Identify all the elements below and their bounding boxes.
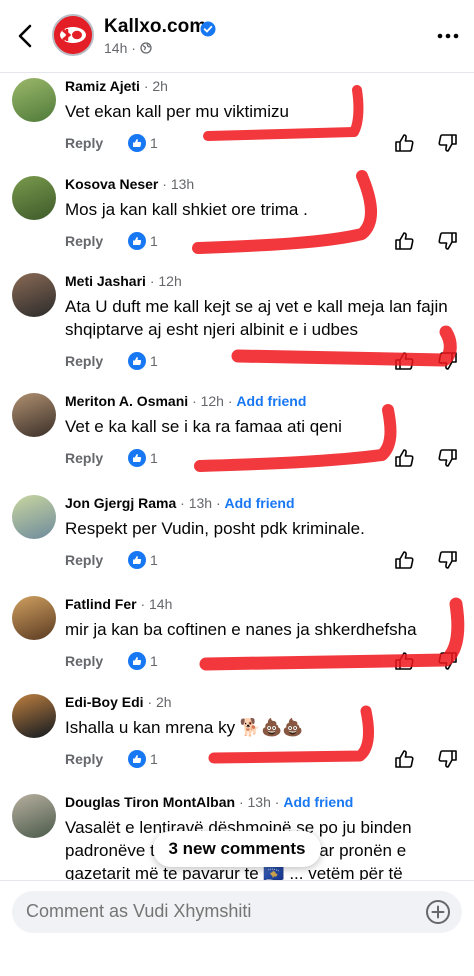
thumbs-up-icon[interactable] (393, 650, 415, 672)
add-friend-link[interactable]: Add friend (225, 495, 295, 511)
commenter-avatar[interactable] (12, 273, 56, 317)
post-time-text: 14h (104, 40, 128, 56)
like-reaction-icon (128, 652, 146, 675)
comment-text: Ishalla u kan mrena ky 🐕💩💩 (65, 718, 304, 737)
reaction-summary[interactable]: 1 (128, 134, 168, 154)
verified-badge-icon (200, 21, 216, 37)
commenter-avatar[interactable] (12, 694, 56, 738)
more-dots-icon[interactable] (436, 26, 460, 46)
page-logo[interactable] (52, 14, 94, 56)
comment-text: Vet e ka kall se i ka ra famaa ati qeni (65, 417, 342, 436)
thumbs-up-icon[interactable] (393, 230, 415, 252)
comment-text: Vet ekan kall per mu viktimizu (65, 102, 289, 121)
comment-time: · 12h · (192, 393, 233, 409)
comment-time: · 2h (147, 694, 172, 710)
like-reaction-icon (128, 352, 146, 375)
page-name[interactable]: Kallxo.com (104, 16, 206, 38)
commenter-avatar[interactable] (12, 794, 56, 838)
like-reaction-icon (128, 750, 146, 773)
reply-button[interactable]: Reply (65, 653, 103, 669)
comment-composer (0, 880, 474, 976)
add-friend-link[interactable]: Add friend (283, 794, 353, 810)
commenter-avatar[interactable] (12, 78, 56, 122)
reaction-summary[interactable]: 1 (128, 652, 168, 672)
thumbs-down-icon[interactable] (437, 650, 459, 672)
reply-button[interactable]: Reply (65, 552, 103, 568)
commenter-name[interactable]: Edi-Boy Edi (65, 694, 144, 710)
reaction-count: 1 (150, 653, 158, 669)
reply-button[interactable]: Reply (65, 353, 103, 369)
comment-header: Edi-Boy Edi · 2h (65, 694, 172, 710)
add-friend-link[interactable]: Add friend (236, 393, 306, 409)
thumbs-down-icon[interactable] (437, 748, 459, 770)
reply-button[interactable]: Reply (65, 450, 103, 466)
new-comments-pill[interactable]: 3 new comments (153, 831, 321, 867)
thumbs-up-icon[interactable] (393, 447, 415, 469)
thumbs-up-icon[interactable] (393, 350, 415, 372)
reaction-count: 1 (150, 552, 158, 568)
thumbs-down-icon[interactable] (437, 132, 459, 154)
post-time: 14h · (104, 40, 152, 56)
comment-time: · 13h (162, 176, 195, 192)
reaction-count: 1 (150, 353, 158, 369)
comment-time: · 13h · (180, 495, 221, 511)
reaction-summary[interactable]: 1 (128, 750, 168, 770)
like-reaction-icon (128, 551, 146, 574)
plus-circle-icon[interactable] (425, 899, 451, 925)
thumbs-down-icon[interactable] (437, 549, 459, 571)
comment-header: Kosova Neser · 13h (65, 176, 194, 192)
like-reaction-icon (128, 449, 146, 472)
reaction-summary[interactable]: 1 (128, 352, 168, 372)
comment-time: · 13h · (238, 794, 280, 810)
comment-time: · 14h (140, 596, 173, 612)
reply-button[interactable]: Reply (65, 135, 103, 151)
commenter-avatar[interactable] (12, 393, 56, 437)
comment-text: Ata U duft me kall kejt se aj vet e kall… (65, 297, 448, 339)
commenter-avatar[interactable] (12, 596, 56, 640)
commenter-name[interactable]: Fatlind Fer (65, 596, 137, 612)
comment-time: · 12h (149, 273, 182, 289)
comment-text: Respekt per Vudin, posht pdk kriminale. (65, 519, 365, 538)
commenter-name[interactable]: Meti Jashari (65, 273, 146, 289)
reaction-summary[interactable]: 1 (128, 449, 168, 469)
commenter-avatar[interactable] (12, 176, 56, 220)
thumbs-up-icon[interactable] (393, 132, 415, 154)
reply-button[interactable]: Reply (65, 751, 103, 767)
reply-button[interactable]: Reply (65, 233, 103, 249)
globe-icon (140, 42, 152, 54)
like-reaction-icon (128, 232, 146, 255)
commenter-name[interactable]: Jon Gjergj Rama (65, 495, 176, 511)
reaction-count: 1 (150, 450, 158, 466)
commenter-name[interactable]: Ramiz Ajeti (65, 78, 140, 94)
comment-header: Jon Gjergj Rama · 13h · Add friend (65, 495, 295, 511)
thumbs-down-icon[interactable] (437, 350, 459, 372)
comment-header: Douglas Tiron MontAlban · 13h · Add frie… (65, 794, 353, 810)
thumbs-down-icon[interactable] (437, 230, 459, 252)
comment-header: Meriton A. Osmani · 12h · Add friend (65, 393, 306, 409)
reaction-count: 1 (150, 751, 158, 767)
reaction-count: 1 (150, 135, 158, 151)
back-arrow-icon[interactable] (14, 22, 38, 50)
commenter-name[interactable]: Kosova Neser (65, 176, 158, 192)
comment-text: Mos ja kan kall shkiet ore trima . (65, 200, 308, 219)
reaction-count: 1 (150, 233, 158, 249)
reaction-summary[interactable]: 1 (128, 232, 168, 252)
like-reaction-icon (128, 134, 146, 157)
thumbs-up-icon[interactable] (393, 549, 415, 571)
comment-time: · 2h (143, 78, 168, 94)
comment-header: Ramiz Ajeti · 2h (65, 78, 168, 94)
thumbs-down-icon[interactable] (437, 447, 459, 469)
comment-input[interactable] (26, 901, 406, 922)
comment-text: mir ja kan ba coftinen e nanes ja shkerd… (65, 620, 417, 639)
thumbs-up-icon[interactable] (393, 748, 415, 770)
page-header: Kallxo.com 14h · (0, 0, 474, 73)
commenter-avatar[interactable] (12, 495, 56, 539)
commenter-name[interactable]: Douglas Tiron MontAlban (65, 794, 235, 810)
comment-header: Meti Jashari · 12h (65, 273, 182, 289)
comment-input-box[interactable] (12, 891, 462, 933)
commenter-name[interactable]: Meriton A. Osmani (65, 393, 188, 409)
comment-header: Fatlind Fer · 14h (65, 596, 172, 612)
reaction-summary[interactable]: 1 (128, 551, 168, 571)
